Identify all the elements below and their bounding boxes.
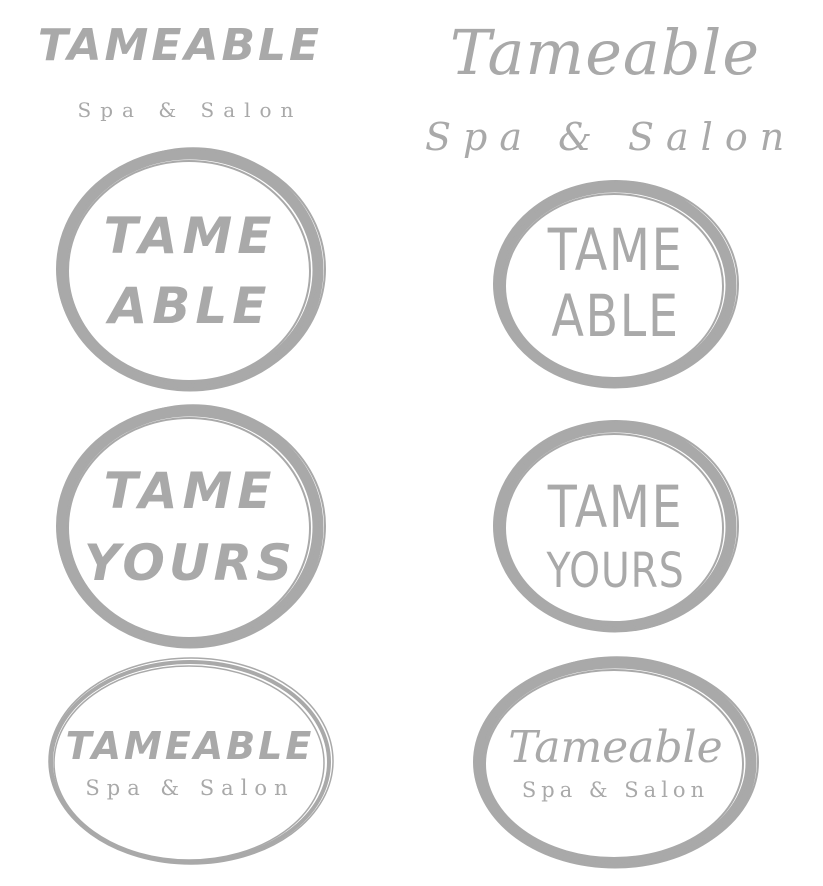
ring-line-2: ABLE [551, 282, 680, 350]
logo-subtitle: Spa & Salon [77, 98, 303, 122]
logo-subtitle: Spa & Salon [521, 778, 710, 802]
ring-line-1: TAME [103, 207, 277, 265]
logo-subtitle: Spa & Salon [425, 115, 797, 159]
ring-logo-tame-able-clean: TAME ABLE [488, 178, 743, 393]
ring-logo-tameable-spa-brush: TAMEABLE Spa & Salon [45, 656, 335, 868]
brush-ring-icon [56, 404, 326, 649]
ring-line-1: TAME [103, 462, 277, 520]
ring-line-2: YOURS [546, 543, 685, 599]
ring-logo-tame-yours-brush: TAME YOURS [50, 402, 330, 652]
ring-line-2: YOURS [83, 534, 297, 592]
logo-title: Tameable [449, 16, 761, 89]
ring-logo-tameable-spa-script: Tameable Spa & Salon [468, 654, 763, 872]
ring-logo-tame-able-brush: TAME ABLE [50, 145, 330, 395]
logo-title: TAMEABLE [65, 724, 315, 768]
logo-tameable-brush-wordmark: TAMEABLE Spa & Salon [20, 12, 340, 122]
logo-subtitle: Spa & Salon [85, 776, 295, 800]
logo-title: TAMEABLE [37, 20, 323, 71]
ring-line-1: TAME [547, 216, 684, 284]
ring-line-1: TAME [547, 473, 684, 541]
brush-ring-icon [56, 147, 326, 392]
logo-tameable-script-wordmark: Tameable Spa & Salon [425, 10, 785, 175]
ring-logo-tame-yours-clean: TAME YOURS [488, 418, 743, 636]
logo-title: Tameable [508, 722, 723, 773]
ring-line-2: ABLE [108, 277, 272, 335]
